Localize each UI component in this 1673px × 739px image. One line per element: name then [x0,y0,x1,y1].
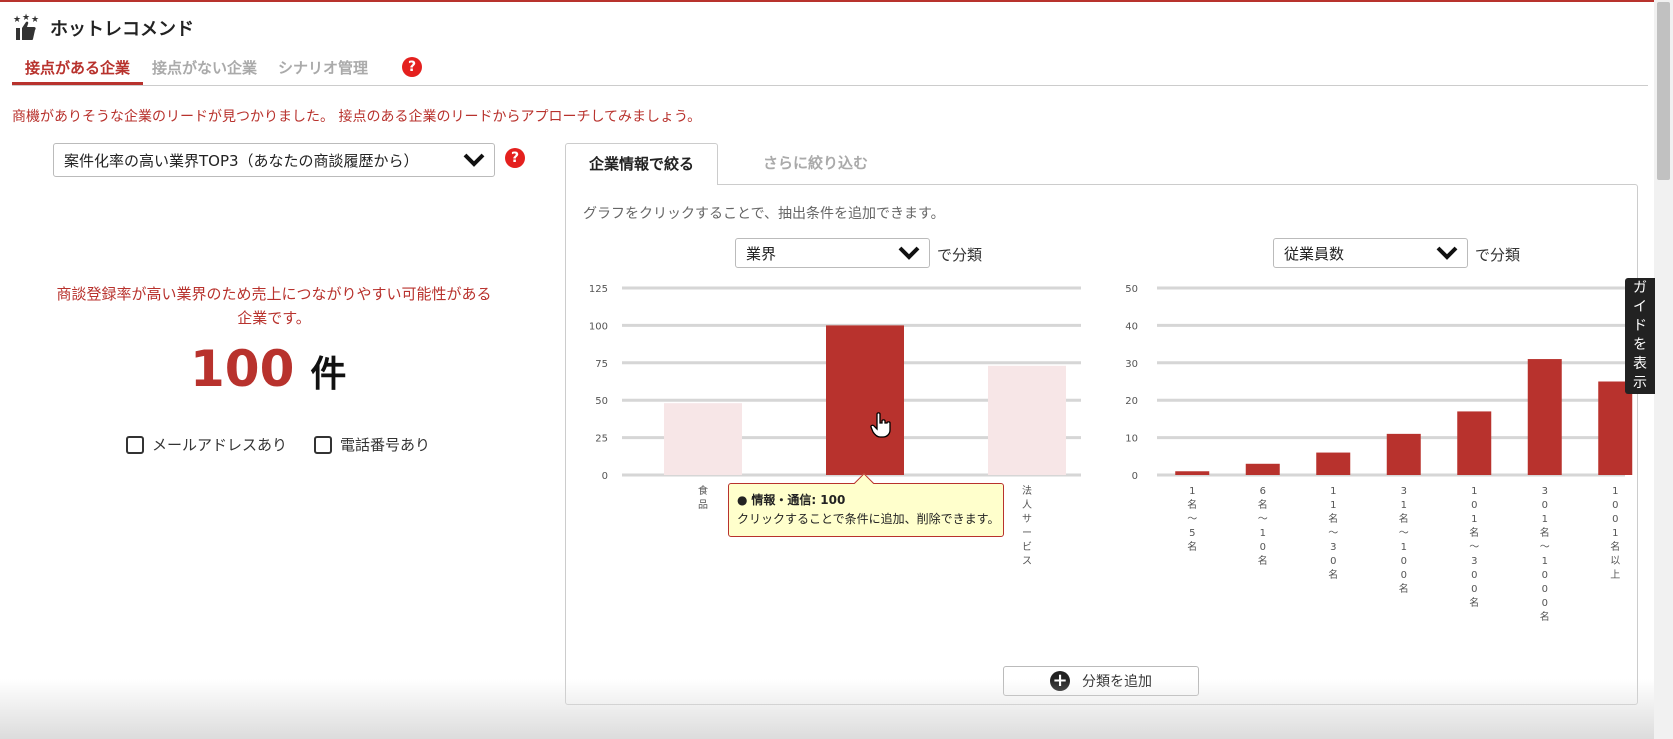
y-tick-label: 75 [595,359,608,370]
guide-button-char: を [1633,337,1647,353]
guide-button-char: ガ [1633,280,1647,296]
y-tick-label: 10 [1125,434,1138,445]
bar-industry-1[interactable] [826,325,904,475]
bar-employees-0[interactable] [1175,471,1210,475]
bar-industry-2[interactable] [988,365,1066,475]
bar-employees-4[interactable] [1457,411,1492,475]
y-tick-label: 0 [602,471,608,482]
guide-button-char: 表 [1633,356,1647,372]
x-tick-label: 食品 [698,484,708,511]
tooltip-bullet: ● [737,493,748,507]
bar-industry-0[interactable] [664,403,742,475]
guide-button-char: 示 [1633,375,1647,391]
y-tick-label: 40 [1125,321,1138,332]
y-tick-label: 25 [595,434,608,445]
show-guide-button[interactable]: ガイドを表示 [1625,278,1655,394]
add-classification-label: 分類を追加 [1082,674,1152,690]
scrollbar-thumb[interactable] [1657,2,1670,180]
plus-circle-icon: + [1050,671,1070,691]
x-tick-label: 1 1 名〜 3 0 名 [1328,486,1338,581]
tooltip-title: 情報・通信: 100 [751,493,846,507]
bar-employees-5[interactable] [1527,359,1562,475]
add-classification-button[interactable]: + 分類を追加 [1003,666,1199,696]
y-tick-label: 0 [1132,471,1138,482]
y-tick-label: 30 [1125,359,1138,370]
vertical-scrollbar[interactable] [1654,0,1673,739]
bar-employees-1[interactable] [1245,463,1280,475]
tab-company-info[interactable]: 企業情報で絞る [565,143,718,185]
chart-tooltip: ● 情報・通信: 100 クリックすることで条件に追加、削除できます。 [728,473,1004,537]
hand-pointer-icon [870,412,891,438]
x-tick-label: 3 1 名〜 1 0 0 名 [1399,486,1409,595]
guide-button-char: ド [1633,318,1647,334]
tooltip-body: クリックすることで条件に追加、削除できます。 [737,512,1000,526]
y-tick-label: 50 [1125,284,1138,295]
x-tick-label: 3 0 1 名〜 1 0 0 0 名 [1540,486,1550,623]
guide-button-char: イ [1633,299,1647,315]
x-tick-label: 1 名〜 5 名 [1187,486,1197,553]
x-tick-label: 法人サービス [1022,484,1032,567]
x-tick-label: 6 名〜 1 0 名 [1258,486,1268,567]
charts-area: 0 25 50 75 100 125 食品 法人サービス 0 10 20 30 40 50 1 名〜 5 名 6 名〜… [589,284,1633,623]
y-tick-label: 50 [595,396,608,407]
x-tick-label: 1 0 1 名〜 3 0 0 名 [1469,486,1479,609]
bar-employees-6[interactable] [1598,381,1633,476]
bar-employees-2[interactable] [1316,452,1351,475]
y-tick-label: 125 [589,284,608,295]
y-tick-label: 100 [589,321,608,332]
y-tick-label: 20 [1125,396,1138,407]
bar-employees-3[interactable] [1386,433,1421,475]
x-tick-label: 1 0 0 1 名以上 [1610,486,1620,581]
